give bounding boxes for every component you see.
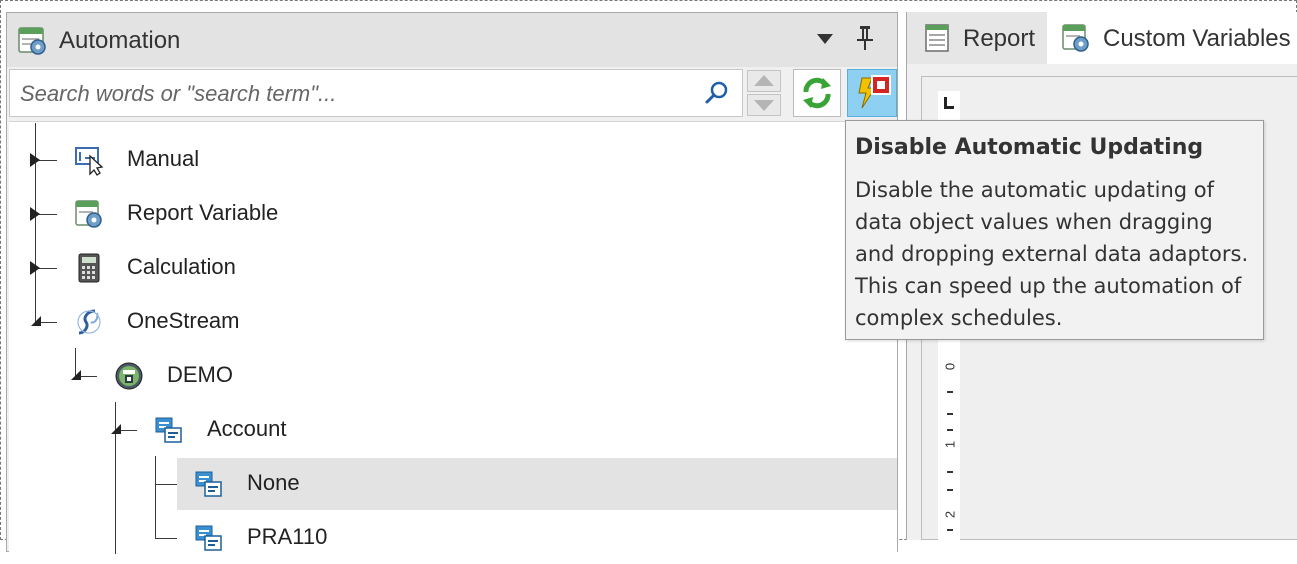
ruler-tick xyxy=(947,391,953,393)
disable-automatic-updating-button[interactable] xyxy=(847,69,897,117)
scroll-down-button[interactable] xyxy=(747,94,781,116)
automation-tree: Manual Report Variable Calculation OneSt… xyxy=(9,121,897,554)
panel-menu-dropdown-icon[interactable] xyxy=(813,27,837,51)
tree-node-demo[interactable]: DEMO xyxy=(99,350,499,402)
dimension-icon xyxy=(195,525,222,551)
report-variable-icon xyxy=(75,200,102,228)
search-input[interactable] xyxy=(18,78,702,110)
tree-node-account[interactable]: Account xyxy=(139,404,539,456)
tooltip-line: and dropping external data adaptors. xyxy=(855,242,1249,266)
calculator-icon xyxy=(78,253,100,283)
tree-node-label: Manual xyxy=(127,146,200,171)
tree-connector xyxy=(155,538,177,539)
ruler-tick xyxy=(947,471,953,473)
tab-label: Report xyxy=(963,25,1036,52)
ruler-tick xyxy=(947,413,953,415)
onestream-icon xyxy=(77,309,101,335)
tooltip-line: Disable the automatic updating of xyxy=(855,178,1215,202)
search-box xyxy=(9,69,743,117)
report-icon xyxy=(925,24,949,52)
collapse-arrow-icon[interactable] xyxy=(29,314,41,328)
tree-node-label: OneStream xyxy=(127,308,240,333)
ruler-number: 2 xyxy=(942,510,958,519)
ruler-number: 1 xyxy=(942,440,958,449)
database-icon xyxy=(115,362,143,390)
tree-node-pra110[interactable]: PRA110 xyxy=(177,512,577,564)
search-toolbar xyxy=(9,67,897,121)
scroll-up-button[interactable] xyxy=(747,70,781,92)
automation-panel: Automation Search words or "search term"… xyxy=(6,12,898,554)
expand-arrow-icon[interactable] xyxy=(29,153,41,167)
tooltip-line: This can speed up the automation of xyxy=(855,274,1242,298)
tab-report[interactable]: Report xyxy=(907,12,1047,64)
tree-node-label: Account xyxy=(207,416,287,441)
tree-node-label: Report Variable xyxy=(127,200,279,225)
chevron-up-icon xyxy=(754,75,774,86)
collapse-arrow-icon[interactable] xyxy=(69,368,81,382)
tree-connector xyxy=(155,456,156,538)
ruler-tick xyxy=(947,489,953,491)
refresh-icon xyxy=(803,77,831,109)
expand-arrow-icon[interactable] xyxy=(29,207,41,221)
tree-node-label: PRA110 xyxy=(247,524,328,549)
search-icon[interactable] xyxy=(704,80,730,106)
tree-node-label: None xyxy=(247,470,300,495)
tree-connector xyxy=(155,484,177,485)
tab-custom-variables[interactable]: Custom Variables xyxy=(1047,12,1297,64)
lightning-stop-icon xyxy=(858,75,891,109)
tooltip-body: Disable the automatic updating of data o… xyxy=(855,174,1259,334)
pin-icon[interactable] xyxy=(853,23,877,53)
tree-node-manual[interactable]: Manual xyxy=(59,134,459,186)
automation-panel-header: Automation xyxy=(7,13,897,67)
disable-updating-tooltip: Disable Automatic Updating Disable the a… xyxy=(845,120,1264,340)
dimension-icon xyxy=(155,417,182,443)
dimension-icon xyxy=(195,471,222,497)
ruler-corner-mark xyxy=(944,97,954,109)
tree-node-none[interactable]: None xyxy=(177,458,897,510)
expand-arrow-icon[interactable] xyxy=(29,261,41,275)
tree-node-label: Calculation xyxy=(127,254,236,279)
tooltip-line: data object values when dragging xyxy=(855,210,1213,234)
ruler-tick xyxy=(947,429,953,431)
automation-panel-icon xyxy=(18,27,46,55)
panel-title: Automation xyxy=(59,27,181,54)
tree-node-report-variable[interactable]: Report Variable xyxy=(59,188,459,240)
manual-icon xyxy=(75,147,104,176)
custom-variables-icon xyxy=(1062,24,1089,52)
tree-node-calculation[interactable]: Calculation xyxy=(59,242,459,294)
chevron-down-icon xyxy=(754,100,774,111)
tree-node-onestream[interactable]: OneStream xyxy=(59,296,459,348)
tooltip-title: Disable Automatic Updating xyxy=(855,135,1204,160)
ruler-number: 0 xyxy=(942,362,958,371)
tree-node-label: DEMO xyxy=(167,362,233,387)
tooltip-line: complex schedules. xyxy=(855,306,1063,330)
ruler-tick xyxy=(947,529,953,531)
refresh-button[interactable] xyxy=(793,69,841,117)
tab-label: Custom Variables xyxy=(1103,25,1291,52)
collapse-arrow-icon[interactable] xyxy=(109,422,121,436)
